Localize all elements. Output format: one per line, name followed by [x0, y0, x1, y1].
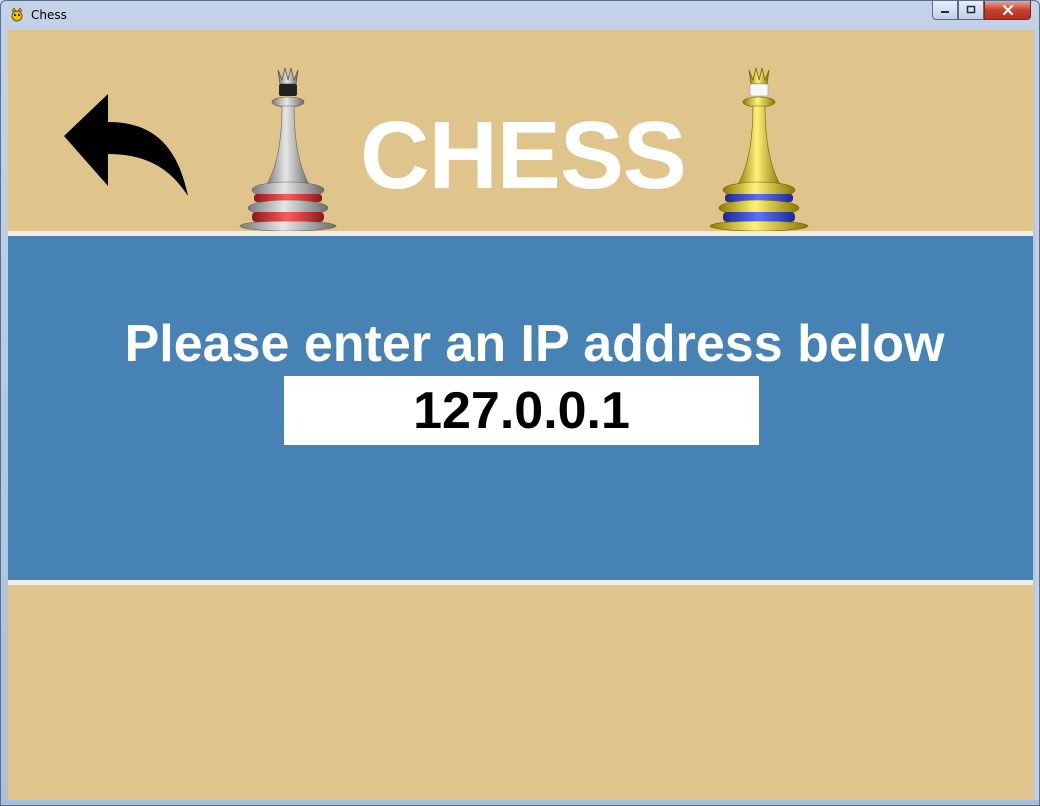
game-screen: CHESS Please enter an IP address below 1…: [8, 30, 1033, 800]
window-border: [1033, 30, 1039, 800]
back-arrow-icon[interactable]: [60, 92, 192, 200]
window-title: Chess: [31, 8, 67, 22]
ip-prompt: Please enter an IP address below: [124, 315, 945, 373]
close-button[interactable]: [984, 1, 1031, 20]
gold-queen-icon: [709, 67, 809, 232]
maximize-button[interactable]: [958, 1, 984, 20]
connect-panel: Please enter an IP address below: [8, 236, 1033, 580]
maximize-icon: [966, 5, 976, 14]
minimize-icon: [941, 11, 949, 13]
ip-address-input[interactable]: [284, 376, 759, 445]
title-bar[interactable]: Chess: [1, 1, 1039, 30]
app-title: CHESS: [360, 102, 687, 209]
app-icon: [11, 7, 23, 22]
silver-queen-icon: [239, 67, 337, 232]
bottom-divider: [8, 580, 1033, 585]
app-window: Chess CHESS Please enter an IP address b…: [0, 0, 1040, 806]
close-icon: [1002, 4, 1013, 16]
minimize-button[interactable]: [932, 1, 958, 20]
